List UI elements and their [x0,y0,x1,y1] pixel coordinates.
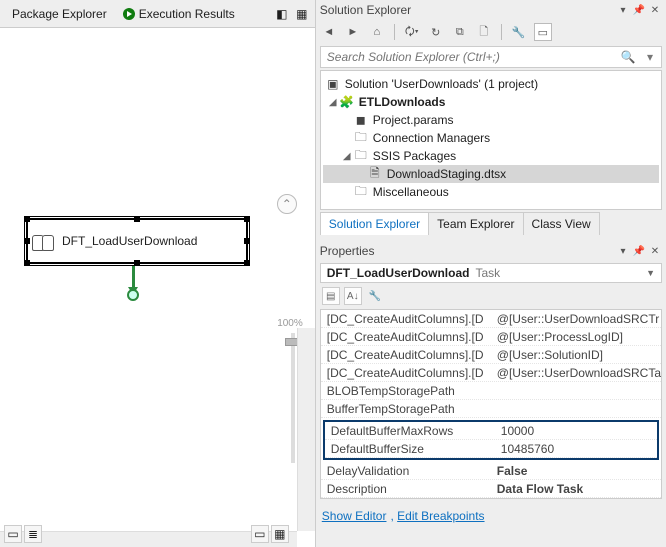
properties-target-name: DFT_LoadUserDownload [327,266,470,280]
tab-solution-explorer[interactable]: Solution Explorer [320,212,429,235]
show-all-icon[interactable]: 🗋 [475,23,493,41]
link-edit-breakpoints[interactable]: Edit Breakpoints [397,509,484,523]
prop-row: [DC_CreateAuditColumns].[D@[User::UserDo… [321,364,661,382]
close-icon[interactable]: ✕ [648,244,662,258]
tree-solution-root[interactable]: ▣Solution 'UserDownloads' (1 project) [323,75,659,93]
prop-row: BufferTempStoragePath [321,400,661,418]
toolbox-icon[interactable]: ◧ [273,5,291,23]
link-show-editor[interactable]: Show Editor [322,509,387,523]
tab-execution-results[interactable]: Execution Results [115,3,243,25]
tree-item-params[interactable]: ◼Project.params [323,111,659,129]
prop-row: BLOBTempStoragePath [321,382,661,400]
solution-tree[interactable]: ▣Solution 'UserDownloads' (1 project) ◢🧩… [320,70,662,210]
properties-links: Show Editor, Edit Breakpoints [316,501,666,531]
params-icon: ◼ [353,113,369,127]
properties-highlight: DefaultBufferMaxRows10000 DefaultBufferS… [323,420,659,460]
search-input[interactable] [321,47,617,67]
solution-icon: ▣ [325,77,341,91]
properties-icon[interactable]: 🔧 [510,23,528,41]
designer-pane: Package Explorer Execution Results ◧ ▦ ⌃… [0,0,316,547]
tool-pan-icon[interactable]: ▦ [271,525,289,543]
wrench-icon[interactable]: 🔧 [366,287,384,305]
task-label: DFT_LoadUserDownload [62,234,197,248]
canvas-tools-right: ▭ ▦ [251,525,289,543]
home-icon[interactable]: ⌂ [368,23,386,41]
properties-target-type: Task [475,266,500,280]
designer-tabs: Package Explorer Execution Results ◧ ▦ [0,0,315,28]
grid-icon[interactable]: ▦ [293,5,311,23]
dropdown-icon[interactable]: ▾ [616,3,630,17]
solution-explorer-toolbar: ◄ ► ⌂ 🗘▾ ↻ ⧉ 🗋 🔧 ▭ [316,20,666,44]
prop-row-defaultbuffersize: DefaultBufferSize10485760 [325,440,657,458]
collapse-region-icon[interactable]: ⌃ [277,194,297,214]
play-icon [123,8,135,20]
prop-row: DescriptionData Flow Task [321,480,661,498]
categorized-icon[interactable]: ▤ [322,287,340,305]
tool-fit-icon[interactable]: ▭ [251,525,269,543]
refresh-icon[interactable]: ↻ [427,23,445,41]
search-chevron-icon[interactable]: ▾ [639,47,661,67]
canvas-tools-left: ▭ ≣ [4,525,42,543]
panel-title: Solution Explorer [320,3,614,17]
search-icon[interactable]: 🔍 [617,47,639,67]
properties-target[interactable]: DFT_LoadUserDownload Task ▼ [320,263,662,283]
tree-item-misc[interactable]: 🗀Miscellaneous [323,183,659,201]
panel-title: Properties [320,244,614,258]
tab-class-view[interactable]: Class View [523,212,600,235]
tool-variables-icon[interactable]: ▭ [4,525,22,543]
pin-icon[interactable]: 📌 [632,3,646,17]
tool-list-icon[interactable]: ≣ [24,525,42,543]
project-icon: 🧩 [339,95,355,109]
chevron-down-icon[interactable]: ◢ [341,151,353,162]
tree-item-ssis[interactable]: ◢🗀SSIS Packages [323,147,659,165]
explorer-tabs: Solution Explorer Team Explorer Class Vi… [320,212,662,235]
pin-icon[interactable]: 📌 [632,244,646,258]
tab-package-explorer[interactable]: Package Explorer [4,3,115,25]
prop-row-defaultbuffermaxrows: DefaultBufferMaxRows10000 [325,422,657,440]
solution-explorer-header: Solution Explorer ▾ 📌 ✕ [316,0,666,20]
precedence-endpoint[interactable] [127,289,139,301]
properties-toolbar: ▤ A↓ 🔧 [316,285,666,307]
vertical-scrollbar[interactable] [297,328,315,531]
tree-item-package[interactable]: 🗎DownloadStaging.dtsx [323,165,659,183]
tab-team-explorer[interactable]: Team Explorer [428,212,523,235]
properties-grid[interactable]: [DC_CreateAuditColumns].[D@[User::UserDo… [320,309,662,499]
properties-header: Properties ▾ 📌 ✕ [316,241,666,261]
dropdown-icon[interactable]: ▾ [616,244,630,258]
sync-icon[interactable]: 🗘▾ [403,23,421,41]
folder-icon: 🗀 [353,182,369,203]
prop-row: [DC_CreateAuditColumns].[D@[User::UserDo… [321,310,661,328]
chevron-down-icon[interactable]: ◢ [327,97,339,108]
sort-az-icon[interactable]: A↓ [344,287,362,305]
preview-icon[interactable]: ▭ [534,23,552,41]
zoom-slider-track[interactable] [291,333,295,463]
data-flow-task-icon [32,230,54,252]
chevron-down-icon[interactable]: ▼ [646,268,655,278]
data-flow-task[interactable]: DFT_LoadUserDownload [26,218,248,264]
tree-project[interactable]: ◢🧩ETLDownloads [323,93,659,111]
close-icon[interactable]: ✕ [648,3,662,17]
prop-row: [DC_CreateAuditColumns].[D@[User::Proces… [321,328,661,346]
design-canvas[interactable]: ⌃ DFT_LoadUserDownload 100% ▭ ≣ ▭ ▦ [0,28,315,547]
dtsx-icon: 🗎 [367,164,383,185]
search-solution-explorer: 🔍 ▾ [320,46,662,68]
back-icon[interactable]: ◄ [320,23,338,41]
collapse-all-icon[interactable]: ⧉ [451,23,469,41]
tree-item-connmgr[interactable]: 🗀Connection Managers [323,129,659,147]
prop-row: [DC_CreateAuditColumns].[D@[User::Soluti… [321,346,661,364]
forward-icon[interactable]: ► [344,23,362,41]
prop-row: DelayValidationFalse [321,462,661,480]
